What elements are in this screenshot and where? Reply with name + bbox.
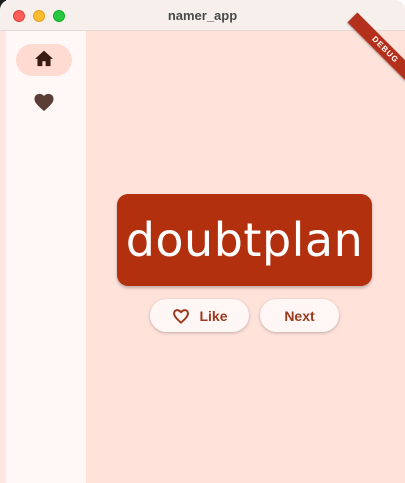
next-button[interactable]: Next	[260, 299, 339, 332]
window-title: namer_app	[167, 8, 238, 23]
heart-outline-icon	[171, 307, 191, 325]
like-button[interactable]: Like	[150, 299, 249, 332]
rail-item-home[interactable]	[16, 44, 72, 76]
rail-item-favorites[interactable]	[16, 88, 72, 120]
navigation-rail	[6, 31, 86, 483]
next-button-label: Next	[284, 307, 315, 324]
word-pair-text: doubtplan	[125, 213, 364, 267]
like-button-label: Like	[199, 307, 228, 324]
home-icon	[34, 49, 54, 72]
main-content: DEBUG doubtplan Like Next	[86, 12, 405, 483]
title-bar[interactable]: namer_app	[0, 0, 405, 31]
app-window: namer_app DEBUG doubtplan Like Next	[0, 0, 405, 483]
heart-filled-icon	[33, 92, 55, 117]
word-pair-card: doubtplan	[117, 194, 372, 286]
